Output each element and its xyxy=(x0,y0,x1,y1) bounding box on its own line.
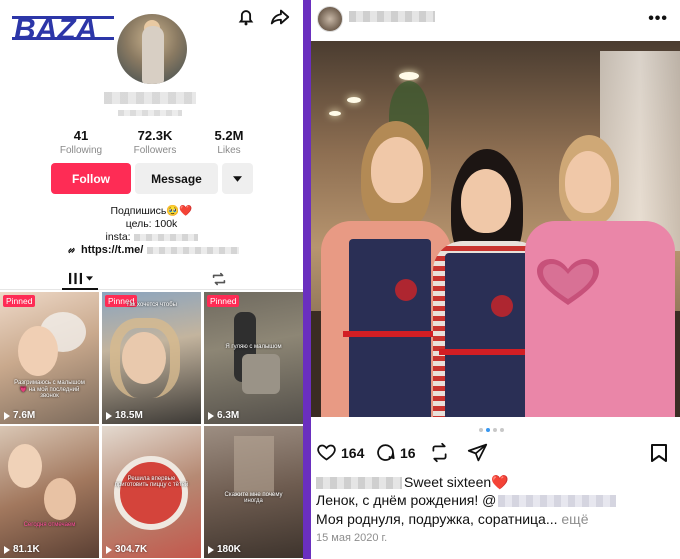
profile-avatar[interactable] xyxy=(117,14,187,84)
play-icon xyxy=(106,411,112,420)
more-options-icon[interactable]: ••• xyxy=(648,10,668,28)
instagram-post-panel: ••• 164 16 Sweet sixteen❤️ Ленок, с днём… xyxy=(311,0,680,559)
grid-icon xyxy=(68,272,82,284)
profile-stats: 41 Following 72.3K Followers 5.2M Likes xyxy=(44,128,266,156)
link-icon xyxy=(68,247,75,253)
video-thumbnail[interactable]: Pinned Так хочется чтобы 18.5M xyxy=(102,292,201,424)
view-count: 304.7K xyxy=(106,544,147,555)
profile-tabs xyxy=(0,268,303,290)
profile-bio: Подпишись🥹❤️ цель: 100k insta: xyxy=(0,205,303,244)
heart-icon xyxy=(317,444,336,461)
sequin-heart-decoration xyxy=(537,259,599,305)
bell-icon[interactable] xyxy=(235,6,257,28)
play-icon xyxy=(4,411,10,420)
stat-likes: 5.2M Likes xyxy=(214,128,244,156)
baza-logo: BAZA xyxy=(12,13,114,44)
post-actions: 164 16 xyxy=(311,442,680,466)
carousel-dot xyxy=(479,428,483,432)
view-count: 18.5M xyxy=(106,410,143,421)
repost-icon xyxy=(212,272,226,286)
share-icon[interactable] xyxy=(269,6,291,28)
svg-text:BAZA: BAZA xyxy=(14,13,97,44)
blurred-handle xyxy=(118,110,182,116)
repost-button[interactable] xyxy=(429,442,450,463)
post-date: 15 мая 2020 г. xyxy=(316,532,388,544)
more-link[interactable]: ещё xyxy=(561,511,588,527)
video-thumbnail[interactable]: Сегодня отмечаем 81.1K xyxy=(0,426,99,558)
tab-reposts[interactable] xyxy=(210,270,228,288)
video-thumbnail[interactable]: Pinned Я гуляю с малышом 6.3M xyxy=(204,292,303,424)
comment-icon xyxy=(377,444,395,461)
stat-following[interactable]: 41 Following xyxy=(44,128,118,156)
view-count: 6.3M xyxy=(208,410,239,421)
stat-followers[interactable]: 72.3K Followers xyxy=(118,128,192,156)
panel-divider xyxy=(303,0,311,559)
pinned-badge: Pinned xyxy=(207,295,240,307)
send-icon xyxy=(467,443,488,462)
follow-button[interactable]: Follow xyxy=(51,163,131,194)
view-count: 7.6M xyxy=(4,410,35,421)
post-author-avatar[interactable] xyxy=(317,6,343,32)
carousel-dot xyxy=(493,428,497,432)
like-button[interactable]: 164 xyxy=(316,442,364,463)
play-icon xyxy=(208,411,214,420)
share-button[interactable] xyxy=(467,442,488,463)
tiktok-profile-panel: BAZA 41 Following 72.3K Followers 5.2M L… xyxy=(0,0,303,559)
caption-line-3: Моя роднуля, подружка, соратница... ещё xyxy=(316,511,589,527)
bio-link[interactable]: https://t.me/ xyxy=(66,244,240,256)
view-count: 81.1K xyxy=(4,544,40,555)
play-icon xyxy=(208,545,214,554)
video-thumbnail[interactable]: Скажите мне почему иногда 180K xyxy=(204,426,303,558)
blurred-post-author[interactable] xyxy=(349,11,435,22)
post-header: ••• xyxy=(311,0,680,38)
blurred-mention[interactable] xyxy=(498,494,617,507)
carousel-dot xyxy=(486,428,490,432)
carousel-indicator xyxy=(479,428,504,432)
video-thumbnail[interactable]: Решила впервые приготовить пиццу с тётей… xyxy=(102,426,201,558)
video-grid: Pinned Разгримаюсь с малышом 💗 на мой по… xyxy=(0,292,303,558)
post-photo[interactable] xyxy=(311,41,680,417)
caret-down-icon xyxy=(233,175,242,182)
blurred-username xyxy=(104,92,196,104)
message-button[interactable]: Message xyxy=(135,163,218,194)
blurred-author-name[interactable] xyxy=(316,476,402,489)
tab-videos[interactable] xyxy=(62,268,98,290)
pinned-badge: Pinned xyxy=(3,295,36,307)
bookmark-icon[interactable] xyxy=(651,444,667,462)
caption-line-2: Ленок, с днём рождения! @ xyxy=(316,492,617,509)
play-icon xyxy=(4,545,10,554)
play-icon xyxy=(106,545,112,554)
video-thumbnail[interactable]: Pinned Разгримаюсь с малышом 💗 на мой по… xyxy=(0,292,99,424)
repost-icon xyxy=(432,442,447,463)
carousel-dot xyxy=(500,428,504,432)
caption-line-1: Sweet sixteen❤️ xyxy=(316,474,509,491)
caret-down-icon xyxy=(85,275,93,281)
comment-button[interactable]: 16 xyxy=(375,442,416,463)
more-dropdown-button[interactable] xyxy=(222,163,253,194)
view-count: 180K xyxy=(208,544,241,555)
